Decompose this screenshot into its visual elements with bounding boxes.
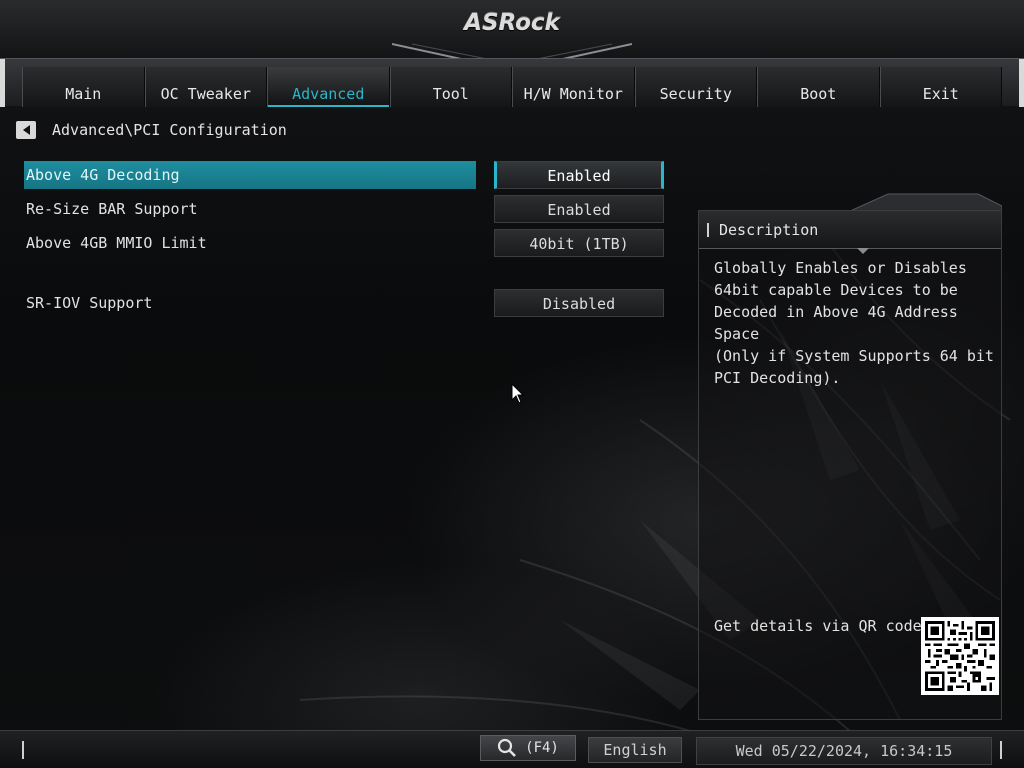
tab-security[interactable]: Security bbox=[634, 67, 757, 107]
bottom-bar-edge-left bbox=[22, 741, 24, 759]
bottom-bar-edge-right bbox=[1000, 741, 1002, 759]
description-top-decoration bbox=[698, 193, 1002, 212]
language-button[interactable]: English bbox=[588, 737, 682, 763]
setting-value-button[interactable]: Disabled bbox=[494, 289, 664, 317]
tab-bar: Main OC Tweaker Advanced Tool H/W Monito… bbox=[0, 58, 1024, 107]
setting-label[interactable]: Above 4G Decoding bbox=[24, 161, 476, 189]
qr-code[interactable] bbox=[921, 617, 999, 695]
setting-value-button[interactable]: 40bit (1TB) bbox=[494, 229, 664, 257]
description-header: Description bbox=[699, 211, 1001, 254]
setting-label[interactable]: Above 4GB MMIO Limit bbox=[24, 229, 476, 257]
setting-above-4gb-mmio-limit[interactable]: Above 4GB MMIO Limit 40bit (1TB) bbox=[24, 229, 664, 257]
tab-boot[interactable]: Boot bbox=[757, 67, 880, 107]
qr-label: Get details via QR code bbox=[714, 617, 922, 635]
description-text: Globally Enables or Disables 64bit capab… bbox=[714, 259, 994, 387]
breadcrumb-path: Advanced\PCI Configuration bbox=[52, 121, 287, 139]
bottom-bar: (F4) English Wed 05/22/2024, 16:34:15 bbox=[0, 730, 1024, 768]
tab-bar-edge-right bbox=[1019, 59, 1024, 107]
description-title: Description bbox=[719, 220, 819, 239]
magnifier-icon bbox=[498, 738, 517, 757]
header: ASRock bbox=[0, 0, 1024, 72]
tab-tool[interactable]: Tool bbox=[389, 67, 512, 107]
setting-label[interactable]: SR-IOV Support bbox=[24, 289, 476, 317]
search-button[interactable]: (F4) bbox=[480, 735, 576, 761]
setting-sr-iov-support[interactable]: SR-IOV Support Disabled bbox=[24, 289, 664, 317]
setting-label[interactable]: Re-Size BAR Support bbox=[24, 195, 476, 223]
tab-hw-monitor[interactable]: H/W Monitor bbox=[512, 67, 635, 107]
description-panel: Description Globally Enables or Disables… bbox=[698, 210, 1002, 720]
tab-bar-edge-left bbox=[0, 59, 5, 107]
setting-above-4g-decoding[interactable]: Above 4G Decoding Enabled bbox=[24, 161, 664, 189]
tab-main[interactable]: Main bbox=[22, 67, 145, 107]
datetime-display: Wed 05/22/2024, 16:34:15 bbox=[696, 737, 992, 765]
tabs: Main OC Tweaker Advanced Tool H/W Monito… bbox=[22, 67, 1002, 107]
back-arrow-icon bbox=[22, 125, 30, 135]
asrock-logo: ASRock bbox=[464, 10, 560, 36]
mouse-cursor-icon bbox=[511, 383, 525, 404]
back-button[interactable] bbox=[16, 121, 36, 139]
tab-advanced[interactable]: Advanced bbox=[267, 67, 390, 107]
tab-exit[interactable]: Exit bbox=[879, 67, 1002, 107]
search-shortcut-label: (F4) bbox=[525, 740, 559, 756]
setting-value-button[interactable]: Enabled bbox=[494, 195, 664, 223]
setting-value-button[interactable]: Enabled bbox=[494, 161, 664, 189]
tab-oc-tweaker[interactable]: OC Tweaker bbox=[144, 67, 267, 107]
qr-code-icon bbox=[925, 621, 995, 691]
description-marker-icon bbox=[707, 222, 709, 237]
description-notch-icon bbox=[857, 248, 869, 254]
setting-resize-bar-support[interactable]: Re-Size BAR Support Enabled bbox=[24, 195, 664, 223]
breadcrumb: Advanced\PCI Configuration bbox=[16, 120, 287, 140]
